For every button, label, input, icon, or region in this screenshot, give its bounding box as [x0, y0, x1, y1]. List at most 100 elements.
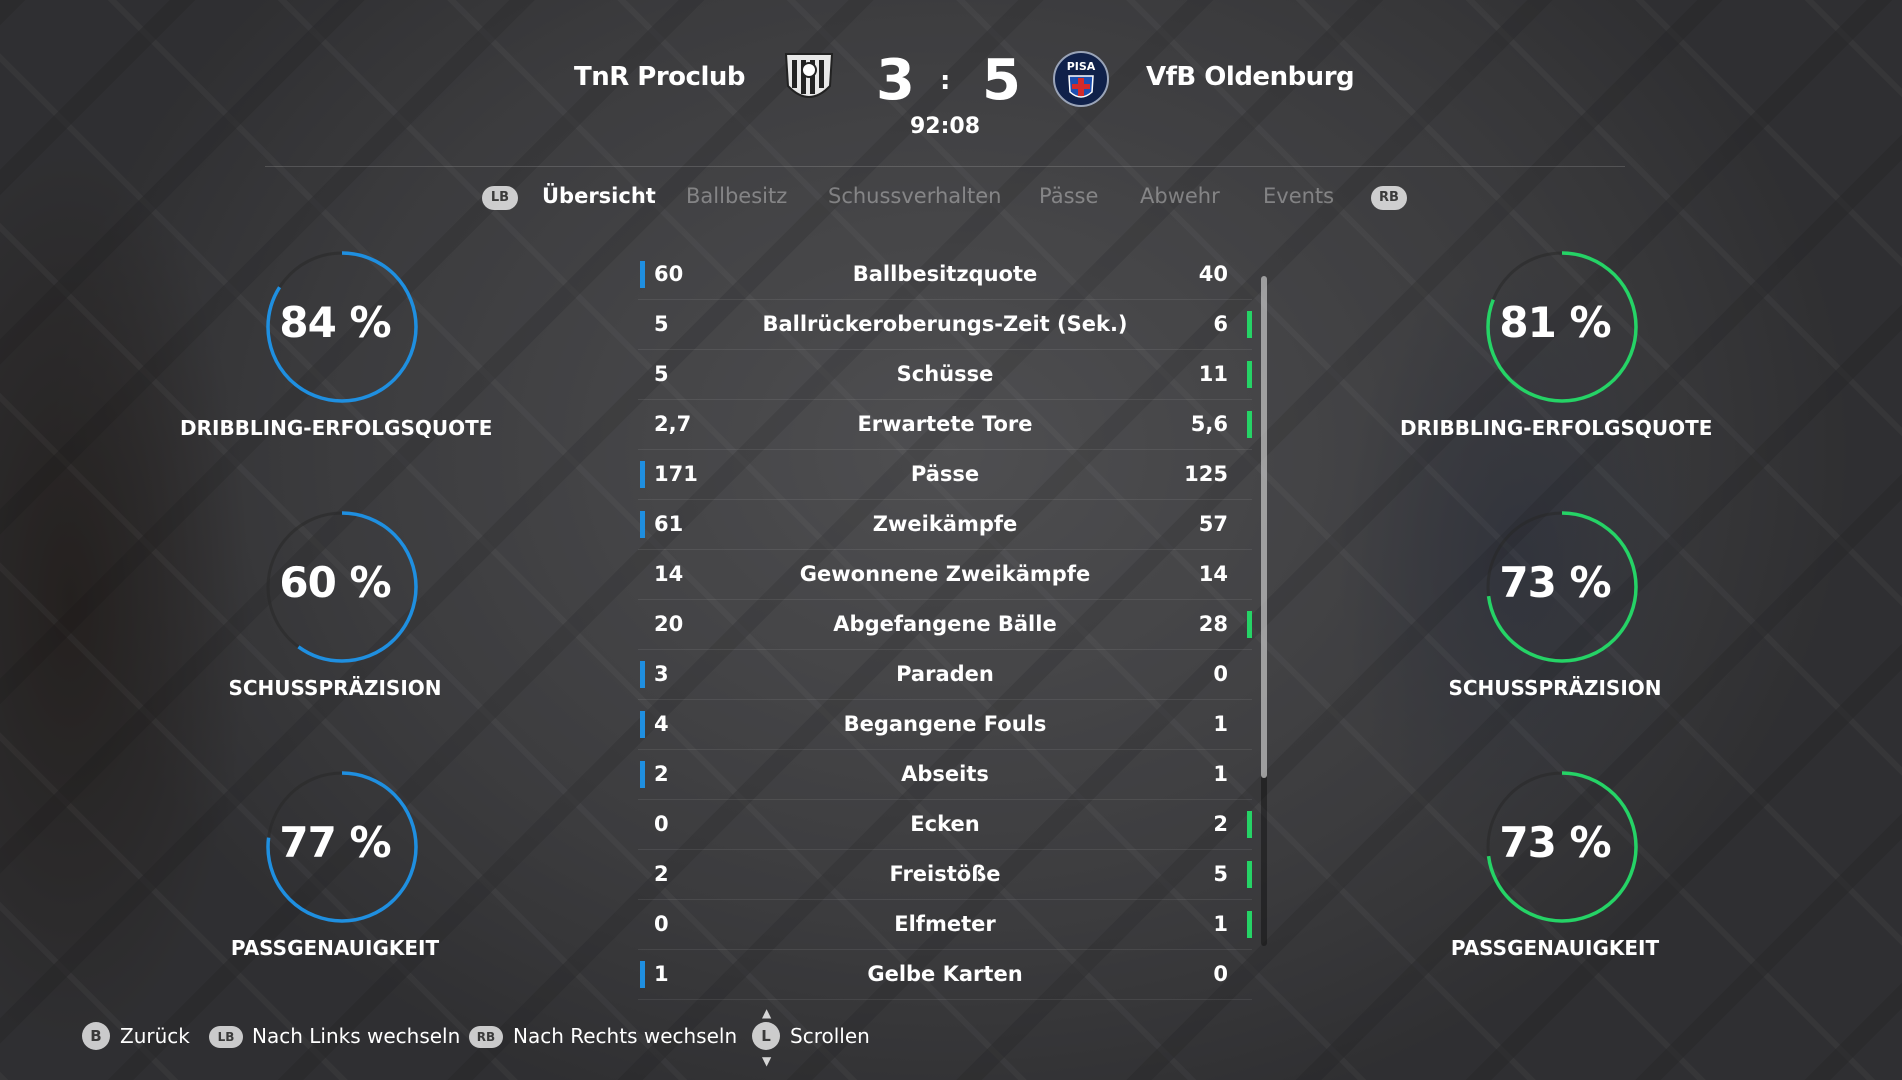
away-stat-value: 28	[1198, 612, 1228, 636]
gauge-label: PASSGENAUIGKEIT	[230, 936, 440, 960]
stat-name: Abseits	[901, 762, 989, 786]
stat-name: Gewonnene Zweikämpfe	[799, 562, 1091, 586]
tab-abwehr[interactable]: Abwehr	[1140, 184, 1220, 208]
gauge-label: DRIBBLING-ERFOLGSQUOTE	[1400, 416, 1713, 440]
stat-row: 171 Pässe 125	[638, 450, 1252, 500]
away-stat-value: 0	[1213, 962, 1228, 986]
match-header: TnR Proclub 3 : 5 PISA VfB Oldenburg 92:…	[0, 40, 1902, 167]
away-stat-value: 125	[1184, 462, 1228, 486]
away-stat-value: 5,6	[1190, 412, 1228, 436]
away-lead-indicator	[1247, 811, 1252, 838]
stat-name: Zweikämpfe	[872, 512, 1018, 536]
stat-row: 2,7 Erwartete Tore 5,6	[638, 400, 1252, 450]
away-gauge-pass-accuracy: 73 % PASSGENAUIGKEIT	[1400, 770, 1710, 980]
away-stat-value: 14	[1198, 562, 1228, 586]
stat-row: 5 Schüsse 11	[638, 350, 1252, 400]
b-button-icon[interactable]: B	[82, 1022, 110, 1050]
stat-row: 2 Abseits 1	[638, 750, 1252, 800]
home-crest-icon	[780, 48, 838, 110]
left-stick-icon[interactable]: L	[752, 1022, 780, 1050]
tab-schussverhalten[interactable]: Schussverhalten	[828, 184, 1001, 208]
back-hint[interactable]: Zurück	[120, 1024, 190, 1048]
away-crest-text: PISA	[1067, 60, 1096, 73]
score-separator: :	[940, 66, 951, 96]
header-divider	[265, 166, 1625, 167]
home-gauge-pass-accuracy: 77 % PASSGENAUIGKEIT	[180, 770, 490, 980]
scroll-up-arrow-icon: ▲	[762, 1006, 772, 1020]
away-stat-value: 1	[1213, 712, 1228, 736]
gauge-label: PASSGENAUIGKEIT	[1450, 936, 1660, 960]
away-crest-icon: PISA	[1052, 48, 1110, 110]
lb-button-icon[interactable]: LB	[482, 186, 518, 210]
stat-row: 0 Ecken 2	[638, 800, 1252, 850]
gauge-value: 60 %	[279, 558, 391, 607]
stat-name: Ecken	[910, 812, 980, 836]
gauge-value: 81 %	[1499, 298, 1611, 347]
switch-right-hint[interactable]: Nach Rechts wechseln	[513, 1024, 737, 1048]
stats-scrollbar[interactable]	[1261, 276, 1267, 946]
stat-row: 5 Ballrückeroberungs-Zeit (Sek.) 6	[638, 300, 1252, 350]
away-stat-value: 1	[1213, 912, 1228, 936]
gauge-value: 77 %	[279, 818, 391, 867]
away-score: 5	[982, 48, 1021, 113]
away-gauge-dribbling: 81 % DRIBBLING-ERFOLGSQUOTE	[1400, 250, 1713, 460]
home-gauge-dribbling: 84 % DRIBBLING-ERFOLGSQUOTE	[180, 250, 493, 460]
stat-name: Erwartete Tore	[857, 412, 1033, 436]
gauge-value: 73 %	[1499, 818, 1611, 867]
stat-name: Begangene Fouls	[843, 712, 1047, 736]
tab-events[interactable]: Events	[1263, 184, 1334, 208]
gauge-label: DRIBBLING-ERFOLGSQUOTE	[180, 416, 493, 440]
away-stat-value: 6	[1213, 312, 1228, 336]
stat-row: 60 Ballbesitzquote 40	[638, 250, 1252, 300]
away-lead-indicator	[1247, 411, 1252, 438]
away-stat-value: 40	[1198, 262, 1228, 286]
stat-name: Abgefangene Bälle	[833, 612, 1057, 636]
scroll-hint[interactable]: Scrollen	[790, 1024, 870, 1048]
away-lead-indicator	[1247, 911, 1252, 938]
lb-button-icon[interactable]: LB	[209, 1026, 243, 1048]
gauge-value: 84 %	[279, 298, 391, 347]
away-stat-value: 57	[1198, 512, 1228, 536]
stats-tabs: LB Übersicht Ballbesitz Schussverhalten …	[0, 184, 1902, 214]
away-stat-value: 5	[1213, 862, 1228, 886]
tab-ballbesitz[interactable]: Ballbesitz	[686, 184, 787, 208]
match-clock: 92:08	[909, 114, 981, 139]
stat-name: Freistöße	[889, 862, 1001, 886]
tab-uebersicht[interactable]: Übersicht	[542, 184, 656, 208]
stat-name: Ballbesitzquote	[852, 262, 1038, 286]
tab-paesse[interactable]: Pässe	[1039, 184, 1098, 208]
button-hints: B Zurück LB Nach Links wechseln RB Nach …	[0, 1006, 1902, 1068]
stat-row: 61 Zweikämpfe 57	[638, 500, 1252, 550]
scrollbar-thumb[interactable]	[1261, 276, 1267, 778]
away-gauge-shot-accuracy: 73 % SCHUSSPRÄZISION	[1400, 510, 1710, 720]
stat-row: 2 Freistöße 5	[638, 850, 1252, 900]
stat-name: Pässe	[910, 462, 980, 486]
stat-row: 0 Elfmeter 1	[638, 900, 1252, 950]
stats-table[interactable]: 6 0 Ballbesitzquote 40 5 Ballrückeroberungs-Z…	[638, 250, 1252, 1000]
stat-row: 1 Gelbe Karten 0	[638, 950, 1252, 1000]
scroll-down-arrow-icon: ▼	[762, 1054, 772, 1068]
home-gauge-shot-accuracy: 60 % SCHUSSPRÄZISION	[180, 510, 490, 720]
away-lead-indicator	[1247, 361, 1252, 388]
stat-row: 3 Paraden 0	[638, 650, 1252, 700]
rb-button-icon[interactable]: RB	[469, 1026, 503, 1048]
stat-row: 20 Abgefangene Bälle 28	[638, 600, 1252, 650]
gauge-label: SCHUSSPRÄZISION	[1448, 676, 1662, 700]
gauge-value: 73 %	[1499, 558, 1611, 607]
stat-row: 4 Begangene Fouls 1	[638, 700, 1252, 750]
stat-name: Schüsse	[896, 362, 994, 386]
stat-row: 14 Gewonnene Zweikämpfe 14	[638, 550, 1252, 600]
gauge-label: SCHUSSPRÄZISION	[228, 676, 442, 700]
away-team-name: VfB Oldenburg	[1146, 62, 1355, 92]
away-stat-value: 11	[1198, 362, 1228, 386]
away-stat-value: 1	[1213, 762, 1228, 786]
home-team-name: TnR Proclub	[573, 62, 746, 92]
stat-name: Paraden	[896, 662, 994, 686]
away-stat-value: 2	[1213, 812, 1228, 836]
away-lead-indicator	[1247, 861, 1252, 888]
stat-name: Elfmeter	[894, 912, 996, 936]
home-score: 3	[876, 48, 915, 113]
rb-button-icon[interactable]: RB	[1371, 186, 1407, 210]
switch-left-hint[interactable]: Nach Links wechseln	[252, 1024, 460, 1048]
stat-name: Gelbe Karten	[867, 962, 1023, 986]
